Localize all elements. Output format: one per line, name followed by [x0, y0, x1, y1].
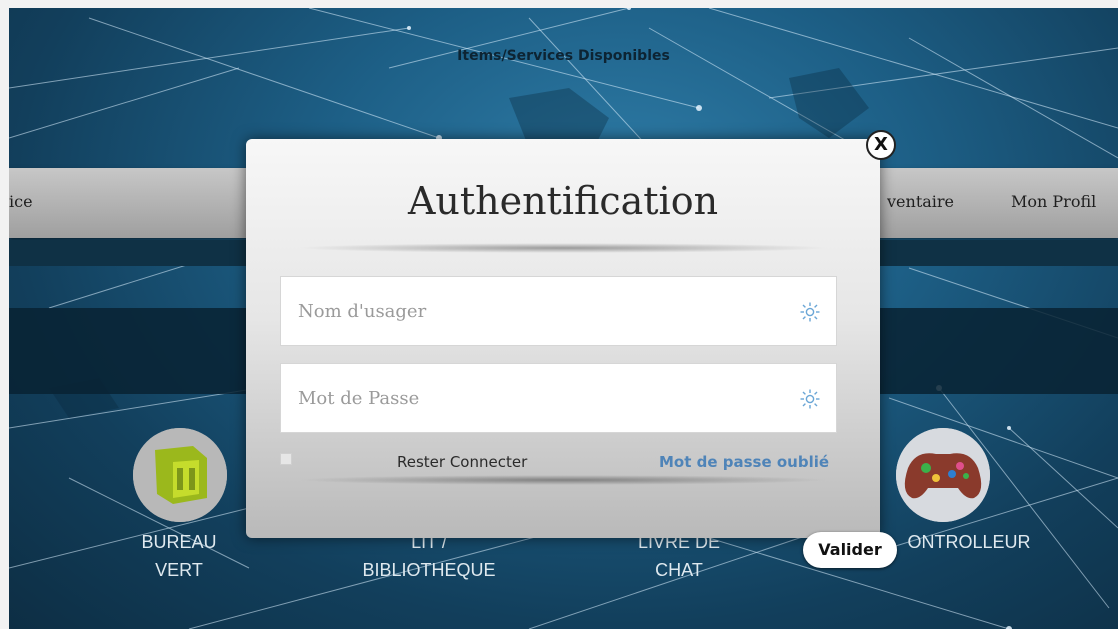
item-label-line: BUREAU	[141, 532, 217, 552]
item-label-line: BIBLIOTHEQUE	[362, 560, 496, 580]
item-label-line: VERT	[155, 560, 203, 580]
divider	[296, 475, 830, 485]
nav-item-profile[interactable]: Mon Profil	[1011, 192, 1096, 211]
divider	[296, 243, 830, 253]
item-label-line: ONTROLLEUR	[907, 532, 1031, 552]
item-label-bureau-vert[interactable]: BUREAU VERT	[129, 528, 229, 584]
item-image-controller[interactable]	[896, 428, 990, 522]
submit-button[interactable]: Valider	[803, 532, 897, 568]
game-controller-image	[896, 428, 990, 522]
username-input[interactable]	[281, 277, 836, 345]
green-desk-image	[133, 428, 227, 522]
password-field[interactable]	[280, 363, 837, 433]
password-input[interactable]	[281, 364, 836, 432]
app-background: Items/Services Disponibles ice ventaire …	[9, 8, 1118, 629]
sun-icon	[800, 389, 820, 409]
remember-checkbox[interactable]	[280, 453, 292, 465]
login-modal: Authentification Nom d'usager Rester Con…	[246, 139, 880, 538]
forgot-password-link[interactable]: Mot de passe oublié	[659, 453, 829, 471]
nav-item-service-partial[interactable]: ice	[9, 192, 33, 211]
close-button[interactable]: X	[866, 130, 896, 160]
remember-label[interactable]: Rester Connecter	[397, 453, 527, 471]
item-label-line: CHAT	[655, 560, 703, 580]
item-label-controller[interactable]: ONTROLLEUR	[889, 528, 1049, 556]
page-title: Items/Services Disponibles	[457, 48, 670, 64]
nav-item-inventory-partial[interactable]: ventaire	[887, 192, 954, 211]
item-image-bureau-vert[interactable]	[133, 428, 227, 522]
sun-icon	[800, 302, 820, 322]
username-field[interactable]	[280, 276, 837, 346]
modal-title: Authentification	[407, 179, 719, 223]
